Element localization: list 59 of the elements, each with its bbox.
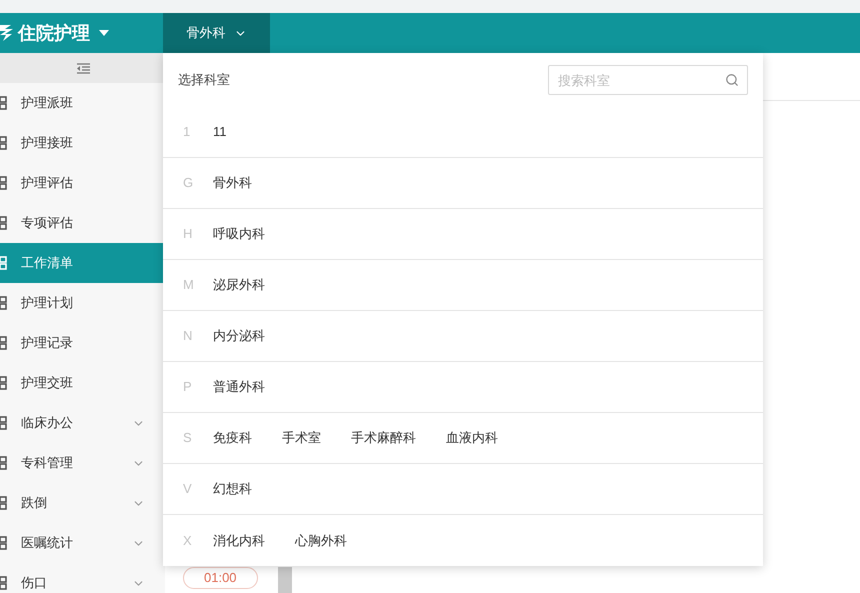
department-option[interactable]: 泌尿外科 [213,275,265,295]
grid-icon [0,456,7,470]
grid-icon [0,376,7,390]
app-title: 住院护理 [18,22,90,44]
department-button[interactable]: 骨外科 [163,13,270,53]
grid-icon [0,176,7,190]
grid-icon [0,136,7,150]
sidebar-item[interactable]: 跌倒 [0,483,165,523]
time-pill: 01:00 [183,567,258,589]
department-option[interactable]: 消化内科 [213,530,265,550]
search-icon [725,73,739,87]
grid-icon [0,416,7,430]
index-letter: M [183,276,195,294]
grid-icon [0,576,7,590]
department-option[interactable]: 骨外科 [213,173,252,193]
sidebar-item[interactable]: 工作清单 [0,243,165,283]
indent-icon [76,62,90,74]
sidebar-item[interactable]: 专项评估 [0,203,165,243]
index-letter: P [183,378,193,396]
sidebar-item[interactable]: 专科管理 [0,443,165,483]
grid-icon [0,536,7,550]
sidebar-item[interactable]: 伤口 [0,563,165,593]
grid-icon [0,256,7,270]
index-letter: X [183,532,193,550]
sidebar-item[interactable]: 临床办公 [0,403,165,443]
department-option[interactable]: 血液内科 [446,428,498,448]
sidebar-item[interactable]: 护理接班 [0,123,165,163]
sidebar-item[interactable]: 护理计划 [0,283,165,323]
collapse-button[interactable] [0,53,165,83]
search-field[interactable]: 搜索科室 [548,65,748,95]
logo-icon [0,23,14,43]
index-letter: S [183,429,193,448]
index-letter: 1 [183,123,192,142]
picker-title: 选择科室 [178,71,230,90]
scrollbar-thumb[interactable] [278,567,292,593]
grid-icon [0,336,7,350]
department-option[interactable]: 幻想科 [213,479,252,499]
sidebar-item[interactable]: 医嘱统计 [0,523,165,563]
department-option[interactable]: 手术麻醉科 [351,428,416,448]
index-letter: V [183,480,193,498]
department-option[interactable]: 手术室 [282,428,321,448]
sidebar-item[interactable]: 护理评估 [0,163,165,203]
department-option[interactable]: 11 [213,122,226,142]
sidebar-item[interactable]: 护理交班 [0,363,165,403]
grid-icon [0,296,7,310]
sidebar-item[interactable]: 护理派班 [0,83,165,123]
department-option[interactable]: 心胸外科 [295,530,347,550]
department-option[interactable]: 普通外科 [213,377,265,397]
grid-icon [0,496,7,510]
caret-icon [98,29,110,37]
grid-icon [0,96,7,110]
department-option[interactable]: 免疫科 [213,428,252,448]
index-letter: N [183,327,194,346]
index-letter: G [183,174,194,192]
grid-icon [0,216,7,230]
index-letter: H [183,225,194,244]
sidebar-item[interactable]: 护理记录 [0,323,165,363]
department-option[interactable]: 内分泌科 [213,326,265,346]
department-option[interactable]: 呼吸内科 [213,224,265,244]
